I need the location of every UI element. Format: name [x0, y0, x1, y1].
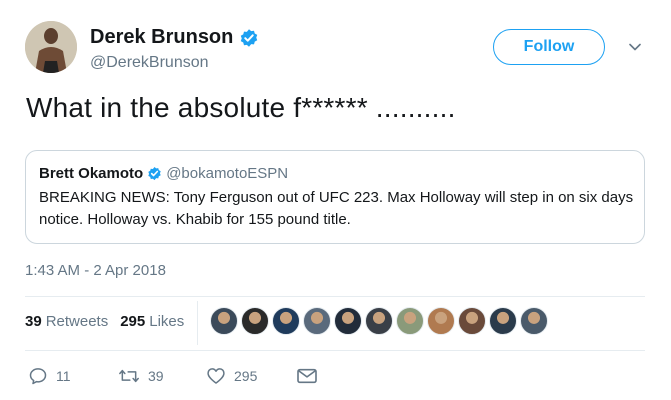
- liker-avatar[interactable]: [458, 307, 486, 335]
- heart-icon: [207, 368, 225, 384]
- envelope-icon: [297, 368, 317, 384]
- direct-message-button[interactable]: [296, 367, 318, 385]
- tweet-actions: 11 39 295: [28, 366, 318, 386]
- liker-avatars: [210, 307, 551, 335]
- likes-label[interactable]: Likes: [149, 313, 184, 330]
- liker-avatar[interactable]: [520, 307, 548, 335]
- author-name-row: Derek Brunson: [90, 26, 259, 49]
- author-avatar[interactable]: [25, 21, 77, 73]
- retweet-button[interactable]: 39: [118, 366, 206, 386]
- liker-avatar[interactable]: [365, 307, 393, 335]
- likes-count[interactable]: 295: [120, 313, 145, 330]
- verified-badge-icon: [147, 166, 162, 181]
- like-button[interactable]: 295: [206, 366, 296, 386]
- liker-avatar[interactable]: [210, 307, 238, 335]
- quoted-tweet-card[interactable]: Brett Okamoto @bokamotoESPN BREAKING NEW…: [25, 150, 645, 244]
- tweet-stats: 39 Retweets 295 Likes: [25, 313, 184, 330]
- tweet-timestamp[interactable]: 1:43 AM - 2 Apr 2018: [25, 262, 166, 279]
- like-count: 295: [234, 368, 258, 384]
- liker-avatar[interactable]: [272, 307, 300, 335]
- retweets-count[interactable]: 39: [25, 313, 42, 330]
- tweet-text: What in the absolute f****** ..........: [26, 92, 456, 123]
- quoted-tweet-text: BREAKING NEWS: Tony Ferguson out of UFC …: [39, 189, 634, 228]
- chevron-down-icon[interactable]: [628, 40, 642, 54]
- retweet-icon: [119, 369, 139, 383]
- divider: [25, 296, 645, 297]
- liker-avatar[interactable]: [489, 307, 517, 335]
- quoted-author-handle: @bokamotoESPN: [166, 165, 289, 182]
- reply-count: 11: [56, 368, 71, 384]
- liker-avatar[interactable]: [427, 307, 455, 335]
- retweet-count: 39: [148, 368, 164, 384]
- author-handle[interactable]: @DerekBrunson: [90, 54, 209, 72]
- quoted-tweet-header: Brett Okamoto @bokamotoESPN: [39, 165, 630, 182]
- author-name[interactable]: Derek Brunson: [90, 26, 233, 49]
- reply-button[interactable]: 11: [28, 366, 118, 386]
- verified-badge-icon: [239, 28, 259, 48]
- follow-button[interactable]: Follow: [493, 29, 605, 65]
- liker-avatar[interactable]: [334, 307, 362, 335]
- divider: [25, 350, 645, 351]
- liker-avatar[interactable]: [396, 307, 424, 335]
- divider: [197, 301, 198, 345]
- liker-avatar[interactable]: [241, 307, 269, 335]
- reply-icon: [29, 368, 47, 385]
- retweets-label[interactable]: Retweets: [46, 313, 109, 330]
- liker-avatar[interactable]: [303, 307, 331, 335]
- quoted-author-name: Brett Okamoto: [39, 165, 144, 182]
